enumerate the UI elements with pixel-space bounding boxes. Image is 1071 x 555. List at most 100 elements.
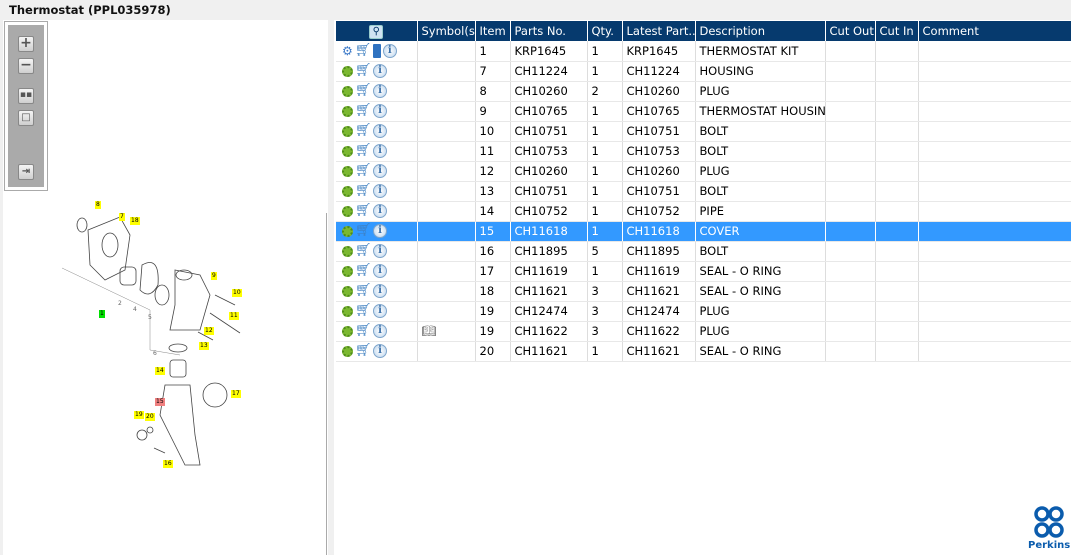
gear-icon[interactable]: [342, 265, 353, 277]
callout-15[interactable]: 15: [155, 398, 165, 406]
info-icon[interactable]: i: [373, 264, 387, 279]
callout-8[interactable]: 8: [95, 201, 101, 209]
callout-10[interactable]: 10: [232, 289, 242, 297]
table-row[interactable]: 🛒︎ i 19 CH12474 3 CH12474 PLUG: [336, 301, 1071, 322]
info-icon[interactable]: i: [373, 124, 387, 139]
info-icon[interactable]: i: [373, 304, 387, 319]
zoom-in-button[interactable]: +: [18, 36, 34, 52]
kit-gears-icon[interactable]: ⚙: [342, 44, 353, 58]
table-row[interactable]: 🛒︎ i 14 CH10752 1 CH10752 PIPE: [336, 201, 1071, 222]
table-row[interactable]: 🛒︎ i 11 CH10753 1 CH10753 BOLT: [336, 141, 1071, 162]
gear-icon[interactable]: [342, 65, 353, 77]
gear-icon[interactable]: [342, 345, 353, 357]
cart-icon[interactable]: 🛒︎: [355, 184, 372, 197]
gear-icon[interactable]: [342, 145, 353, 157]
table-row[interactable]: ⚙ 🛒︎ i 1 KRP1645 1 KRP1645 THERMOSTAT KIT: [336, 41, 1071, 62]
table-row[interactable]: 🛒︎ i 9 CH10765 1 CH10765 THERMOSTAT HOUSING: [336, 101, 1071, 122]
table-row[interactable]: 🛒︎ i 📖︎ 19 CH11622 3 CH11622 PLUG: [336, 321, 1071, 342]
table-row[interactable]: 🛒︎ i 15 CH11618 1 CH11618 COVER: [336, 221, 1071, 242]
info-icon[interactable]: i: [373, 284, 387, 299]
cart-icon[interactable]: 🛒︎: [355, 244, 372, 257]
search-icon[interactable]: ⚲: [369, 25, 384, 39]
column-header-parts-no[interactable]: Parts No.: [510, 21, 588, 41]
magnifier-book-icon[interactable]: 📖︎: [422, 324, 437, 338]
cart-icon[interactable]: 🛒︎: [355, 204, 372, 217]
callout-12[interactable]: 12: [204, 327, 214, 335]
exploded-parts-diagram[interactable]: [50, 195, 250, 475]
info-icon[interactable]: i: [373, 224, 387, 239]
callout-20[interactable]: 20: [145, 413, 155, 421]
column-header-search[interactable]: ⚲: [336, 21, 418, 41]
callout-16[interactable]: 16: [163, 460, 173, 468]
gear-icon[interactable]: [342, 225, 353, 237]
gear-icon[interactable]: [342, 245, 353, 257]
cart-icon[interactable]: 🛒︎: [355, 64, 372, 77]
fit-all-button[interactable]: ▪▪: [18, 88, 34, 104]
info-icon[interactable]: i: [373, 64, 387, 79]
table-row[interactable]: 🛒︎ i 17 CH11619 1 CH11619 SEAL - O RING: [336, 261, 1071, 282]
cart-icon[interactable]: 🛒︎: [355, 344, 372, 357]
cart-icon[interactable]: 🛒︎: [355, 304, 372, 317]
gear-icon[interactable]: [342, 185, 353, 197]
column-header-cut-in[interactable]: Cut In: [875, 21, 919, 41]
cart-icon[interactable]: 🛒︎: [355, 104, 372, 117]
column-header-latest-part[interactable]: Latest Part...: [622, 21, 696, 41]
cart-icon[interactable]: 🛒︎: [355, 44, 372, 57]
table-row[interactable]: 🛒︎ i 13 CH10751 1 CH10751 BOLT: [336, 181, 1071, 202]
export-button[interactable]: ⇥: [18, 164, 34, 180]
callout-1[interactable]: 1: [99, 310, 105, 318]
table-row[interactable]: 🛒︎ i 10 CH10751 1 CH10751 BOLT: [336, 121, 1071, 142]
column-header-symbol-s[interactable]: Symbol(s): [417, 21, 476, 41]
table-row[interactable]: 🛒︎ i 12 CH10260 1 CH10260 PLUG: [336, 161, 1071, 182]
info-icon[interactable]: i: [373, 184, 387, 199]
cart-icon[interactable]: 🛒︎: [355, 124, 372, 137]
zoom-out-button[interactable]: −: [18, 58, 34, 74]
callout-14[interactable]: 14: [155, 367, 165, 375]
table-row[interactable]: 🛒︎ i 20 CH11621 1 CH11621 SEAL - O RING: [336, 341, 1071, 362]
table-row[interactable]: 🛒︎ i 7 CH11224 1 CH11224 HOUSING: [336, 61, 1071, 82]
column-header-cut-out[interactable]: Cut Out: [825, 21, 876, 41]
cart-icon[interactable]: 🛒︎: [355, 144, 372, 157]
callout-11[interactable]: 11: [229, 312, 239, 320]
callout-9[interactable]: 9: [211, 272, 217, 280]
gear-icon[interactable]: [342, 165, 353, 177]
info-icon[interactable]: i: [373, 144, 387, 159]
info-icon[interactable]: i: [382, 44, 397, 58]
cart-icon[interactable]: 🛒︎: [355, 84, 372, 97]
info-icon[interactable]: i: [373, 244, 387, 259]
cart-icon[interactable]: 🛒︎: [355, 324, 372, 337]
column-header-description[interactable]: Description: [695, 21, 826, 41]
table-row[interactable]: 🛒︎ i 16 CH11895 5 CH11895 BOLT: [336, 241, 1071, 262]
callout-19[interactable]: 19: [134, 411, 144, 419]
actual-size-button[interactable]: □: [18, 110, 34, 126]
info-icon[interactable]: i: [373, 344, 387, 359]
column-header-qty[interactable]: Qty.: [587, 21, 623, 41]
cart-icon[interactable]: 🛒︎: [355, 224, 372, 237]
info-icon[interactable]: i: [373, 324, 387, 339]
gear-icon[interactable]: [342, 205, 353, 217]
gear-icon[interactable]: [342, 125, 353, 137]
callout-13[interactable]: 13: [199, 342, 209, 350]
gear-icon[interactable]: [342, 325, 353, 337]
panel-splitter[interactable]: [326, 213, 327, 555]
callout-7[interactable]: 7: [119, 213, 125, 221]
gear-icon[interactable]: [342, 105, 353, 117]
info-icon[interactable]: i: [373, 84, 387, 99]
info-icon[interactable]: i: [373, 104, 387, 119]
info-icon[interactable]: i: [373, 204, 387, 219]
table-row[interactable]: 🛒︎ i 18 CH11621 3 CH11621 SEAL - O RING: [336, 281, 1071, 302]
table-row[interactable]: 🛒︎ i 8 CH10260 2 CH10260 PLUG: [336, 81, 1071, 102]
cart-icon[interactable]: 🛒︎: [355, 264, 372, 277]
callout-18[interactable]: 18: [130, 217, 140, 225]
gear-icon[interactable]: [342, 285, 353, 297]
column-header-item[interactable]: Item: [475, 21, 511, 41]
info-icon[interactable]: i: [373, 164, 387, 179]
latest-cell: CH10260: [622, 161, 696, 182]
book-icon[interactable]: [372, 44, 381, 58]
cart-icon[interactable]: 🛒︎: [355, 164, 372, 177]
callout-17[interactable]: 17: [231, 390, 241, 398]
gear-icon[interactable]: [342, 85, 353, 97]
gear-icon[interactable]: [342, 305, 353, 317]
column-header-comment[interactable]: Comment: [918, 21, 1071, 41]
cart-icon[interactable]: 🛒︎: [355, 284, 372, 297]
